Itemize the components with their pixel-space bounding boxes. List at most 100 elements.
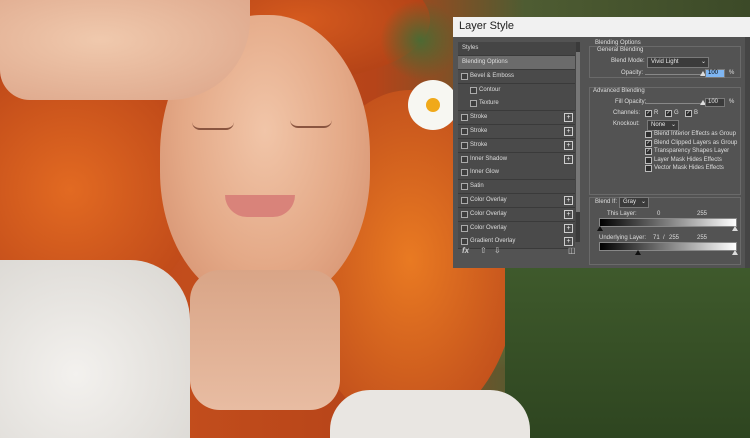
style-item[interactable]: Satin — [458, 180, 575, 195]
blend-option-label: Blend Clipped Layers as Group — [654, 139, 738, 146]
knockout-label: Knockout: — [613, 121, 640, 127]
styles-header-label: Styles — [462, 45, 479, 51]
add-style-icon[interactable]: + — [564, 196, 573, 205]
style-item[interactable]: Blending Options — [458, 56, 575, 70]
arrow-down-icon[interactable]: ⇩ — [494, 246, 501, 255]
fill-opacity-slider[interactable] — [645, 103, 703, 104]
style-checkbox[interactable] — [461, 141, 468, 149]
blend-option-checkbox[interactable]: ✓ — [645, 148, 652, 155]
this-layer-gradient — [599, 218, 737, 227]
style-item[interactable]: Contour — [458, 83, 575, 98]
style-item[interactable]: Stroke + — [458, 138, 575, 153]
style-item[interactable]: Inner Shadow + — [458, 152, 575, 167]
style-item[interactable]: Texture — [458, 97, 575, 112]
add-style-icon[interactable]: + — [564, 127, 573, 136]
hand — [0, 0, 250, 100]
underlying-mid: 255 — [669, 235, 680, 241]
knockout-select[interactable]: None ⌄ — [647, 120, 679, 131]
add-style-icon[interactable]: + — [564, 223, 573, 233]
style-item[interactable]: Inner Glow — [458, 166, 575, 181]
channel-g-checkbox[interactable]: ✓ — [665, 110, 672, 117]
styles-panel: Styles Blending Options Bevel & Emboss Con… — [458, 42, 580, 250]
underlying-layer-gradient — [599, 242, 737, 251]
blend-if-select[interactable]: Gray ⌄ — [619, 197, 649, 208]
add-style-icon[interactable]: + — [564, 140, 573, 150]
styles-scrollbar[interactable] — [576, 42, 580, 242]
opacity-input[interactable]: 100 — [705, 69, 725, 78]
underlying-black-knob[interactable] — [635, 250, 642, 255]
underlying-white-knob[interactable] — [732, 250, 738, 255]
opacity-slider[interactable] — [645, 74, 703, 75]
general-blending-title: General Blending — [597, 47, 644, 53]
style-item[interactable]: Stroke + — [458, 111, 575, 126]
fill-opacity-value: 100 — [708, 99, 719, 105]
blend-if-label: Blend If: — [595, 199, 618, 205]
blend-option-checkbox[interactable] — [645, 131, 652, 138]
style-checkbox[interactable] — [470, 100, 477, 108]
dialog-body: Styles Blending Options Bevel & Emboss Con… — [453, 37, 750, 268]
chevron-down-icon: ⌄ — [700, 59, 706, 65]
fill-opacity-label: Fill Opacity: — [615, 99, 647, 105]
advanced-blending-title: Advanced Blending — [593, 88, 645, 94]
style-item-label: Stroke — [470, 141, 488, 148]
style-item[interactable]: Stroke + — [458, 125, 575, 139]
style-item-label: Stroke — [470, 114, 488, 121]
fx-button[interactable]: fx — [462, 246, 469, 255]
channel-r-checkbox[interactable]: ✓ — [645, 110, 652, 117]
dialog-scrollbar[interactable] — [745, 37, 750, 268]
opacity-percent: % — [729, 70, 735, 76]
style-item-label: Inner Glow — [470, 169, 500, 176]
style-item-label: Bevel & Emboss — [470, 72, 515, 79]
style-item[interactable]: Color Overlay + — [458, 221, 575, 236]
style-item-label: Stroke — [470, 128, 488, 134]
channel-r-label: R — [654, 110, 659, 116]
this-layer-white-knob[interactable] — [732, 226, 738, 231]
channel-b-checkbox[interactable]: ✓ — [685, 110, 692, 117]
style-checkbox[interactable] — [461, 114, 468, 122]
style-item-label: Contour — [479, 86, 501, 93]
blend-mode-label: Blend Mode: — [611, 58, 645, 64]
style-checkbox[interactable] — [461, 169, 468, 177]
daisy-flower — [408, 80, 458, 130]
blend-option-checkbox[interactable] — [645, 156, 652, 164]
style-checkbox[interactable] — [461, 72, 468, 80]
style-item[interactable]: Color Overlay + — [458, 194, 575, 208]
this-layer-black-knob[interactable] — [597, 226, 603, 231]
blend-option-label: Layer Mask Hides Effects — [654, 156, 722, 163]
style-item-label: Gradient Overlay — [470, 238, 516, 245]
style-item[interactable]: Bevel & Emboss — [458, 69, 575, 84]
underlying-high: 255 — [697, 235, 708, 241]
blend-if-box — [589, 197, 741, 265]
blend-option-checkbox[interactable]: ✓ — [645, 139, 652, 147]
add-style-icon[interactable]: + — [564, 209, 573, 219]
chevron-down-icon: ⌄ — [670, 122, 676, 128]
trash-icon[interactable]: ◫ — [568, 246, 576, 255]
style-checkbox[interactable] — [461, 197, 468, 204]
style-checkbox[interactable] — [461, 224, 468, 232]
underlying-low: 71 — [653, 235, 660, 241]
style-checkbox[interactable] — [461, 155, 468, 163]
neck — [190, 270, 340, 410]
style-checkbox[interactable] — [461, 128, 468, 135]
add-style-icon[interactable]: + — [564, 154, 573, 164]
style-checkbox[interactable] — [461, 183, 468, 191]
fill-opacity-input[interactable]: 100 — [705, 98, 725, 107]
knockout-value: None — [651, 122, 666, 128]
chevron-down-icon: ⌄ — [640, 199, 646, 205]
style-checkbox[interactable] — [461, 210, 468, 218]
style-item[interactable]: Color Overlay + — [458, 207, 575, 222]
add-style-icon[interactable]: + — [564, 113, 573, 123]
grass-area — [505, 265, 750, 438]
styles-scrollbar-thumb[interactable] — [576, 52, 580, 212]
blend-option-checkbox[interactable] — [645, 165, 652, 172]
arrow-up-icon[interactable]: ⇧ — [480, 246, 487, 255]
this-layer-low: 0 — [657, 211, 661, 217]
style-checkbox[interactable] — [470, 86, 477, 94]
lace-dress-left — [0, 260, 190, 438]
dialog-titlebar[interactable]: Layer Style — [453, 17, 750, 37]
this-layer-high: 255 — [697, 211, 708, 217]
blend-mode-select[interactable]: Vivid Light ⌄ — [647, 57, 709, 68]
blend-mode-value: Vivid Light — [651, 59, 679, 65]
blend-option-label: Blend Interior Effects as Group — [654, 131, 736, 137]
channel-b-label: B — [694, 110, 699, 116]
